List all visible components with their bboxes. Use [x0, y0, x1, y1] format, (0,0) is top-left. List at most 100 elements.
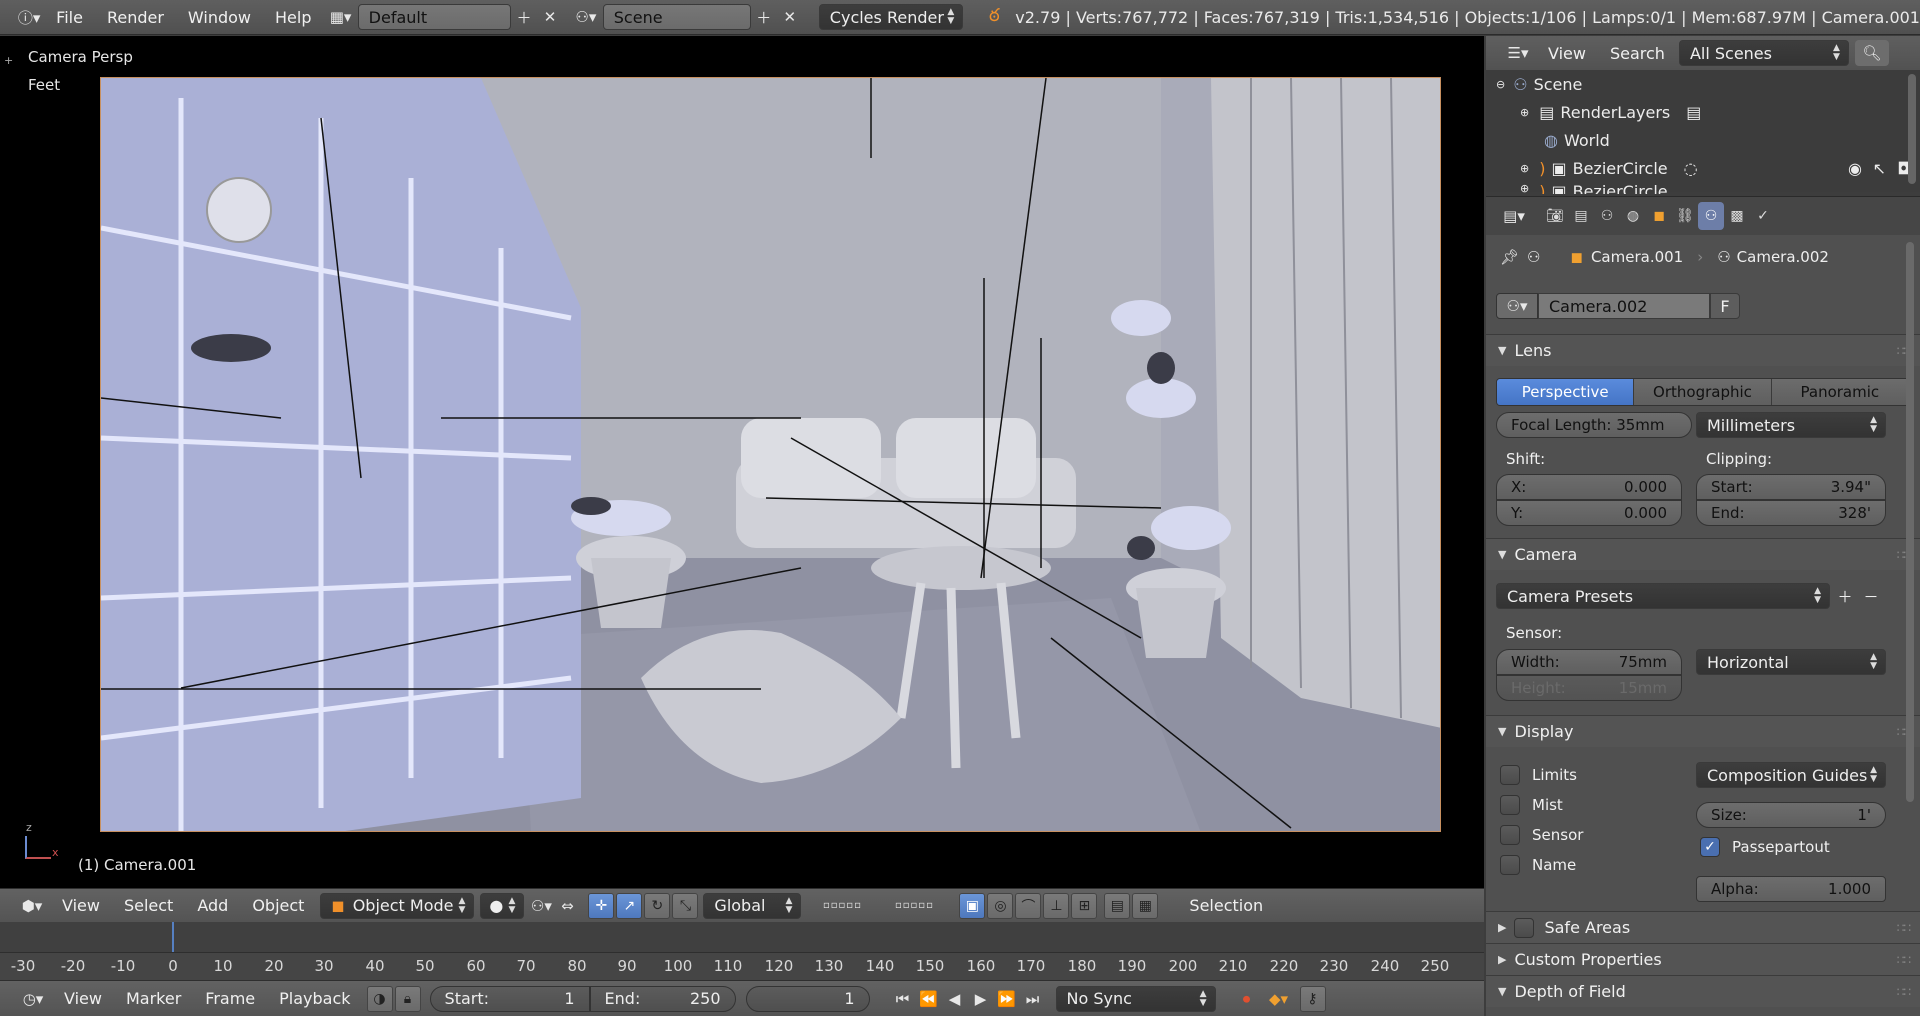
- layers-icon[interactable]: ▫▫▫▫▫: [807, 893, 877, 919]
- scene-icon[interactable]: ⚇▾: [569, 4, 603, 30]
- render-opengl-icon[interactable]: ▤: [1104, 892, 1131, 919]
- outliner-item-beziercircle[interactable]: ⊕) ▣ BezierCircle ◌ ◉ ↖ ◘: [1486, 154, 1920, 182]
- preview-range-icon[interactable]: ◑: [366, 985, 393, 1012]
- texture-tab-icon[interactable]: ▩: [1724, 202, 1750, 230]
- camera-presets-dropdown[interactable]: Camera Presets ▲ ▼: [1496, 583, 1830, 609]
- safe-areas-checkbox[interactable]: [1514, 917, 1535, 938]
- expand-icon[interactable]: ⊕: [1520, 106, 1529, 119]
- composition-guides-dropdown[interactable]: Composition Guides ▲ ▼: [1696, 762, 1886, 788]
- camera-panel-header[interactable]: ▼ Camera ∷∷: [1486, 538, 1920, 570]
- outliner-scrollbar[interactable]: [1908, 74, 1916, 184]
- jump-start-icon[interactable]: ⏮: [890, 986, 916, 1012]
- safe-areas-panel-header[interactable]: ▶ Safe Areas ∷∷: [1486, 911, 1920, 943]
- editor-type-outliner-icon[interactable]: ☰▾: [1500, 40, 1536, 66]
- frame-ruler[interactable]: -30 -20 -10 0 10 20 30 40 50 60 70 80 90…: [0, 952, 1484, 980]
- menu-add[interactable]: Add: [185, 888, 240, 923]
- search-icon[interactable]: 🔍︎: [1854, 40, 1889, 66]
- display-panel-header[interactable]: ▼ Display ∷∷: [1486, 715, 1920, 747]
- clip-start-field[interactable]: Start: 3.94": [1696, 474, 1886, 500]
- pivot-icon[interactable]: ⚇▾: [528, 893, 554, 919]
- timeline-area[interactable]: -30 -20 -10 0 10 20 30 40 50 60 70 80 90…: [0, 922, 1484, 980]
- lens-type-panoramic[interactable]: Panoramic: [1771, 379, 1909, 405]
- add-scene-icon[interactable]: ＋: [751, 4, 777, 30]
- depth-of-field-panel-header[interactable]: ▼ Depth of Field ∷∷: [1486, 975, 1920, 1007]
- passepartout-checkbox[interactable]: ✓: [1700, 837, 1720, 857]
- snap-element-icon[interactable]: ⊥: [1043, 892, 1070, 919]
- display-size-field[interactable]: Size: 1': [1696, 802, 1886, 828]
- start-frame-field[interactable]: Start: 1: [429, 985, 590, 1012]
- screen-layout-icon[interactable]: ▦▾: [326, 4, 356, 30]
- remove-preset-icon[interactable]: －: [1858, 583, 1884, 609]
- select-arrow-icon[interactable]: ↖: [1873, 159, 1886, 178]
- orientation-dropdown[interactable]: Global ▲ ▼: [703, 892, 802, 919]
- jump-keyframe-back-icon[interactable]: ⏪: [916, 986, 942, 1012]
- datablock-browse-icon[interactable]: ⚇▾: [1496, 293, 1538, 319]
- sensor-checkbox[interactable]: [1500, 825, 1520, 845]
- mist-checkbox[interactable]: [1500, 795, 1520, 815]
- keying-set-icon[interactable]: ◆▾: [1266, 986, 1292, 1012]
- passepartout-checkbox-row[interactable]: ✓ Passepartout: [1700, 837, 1830, 857]
- rotate-icon[interactable]: ↻: [644, 892, 671, 919]
- outliner-item-renderlayers[interactable]: ⊕ ▤ RenderLayers ▤: [1486, 98, 1920, 126]
- outliner-item-world[interactable]: ◍ World: [1486, 126, 1920, 154]
- limits-checkbox-row[interactable]: Limits: [1500, 765, 1577, 785]
- menu-help[interactable]: Help: [263, 0, 323, 35]
- menu-window[interactable]: Window: [176, 0, 263, 35]
- sync-dropdown[interactable]: No Sync ▲ ▼: [1055, 985, 1216, 1012]
- panel-grip-icon[interactable]: ∷∷: [1897, 921, 1911, 935]
- manipulator-icon[interactable]: ⇔: [554, 893, 580, 919]
- transform-manipulator-icon[interactable]: ✛: [588, 892, 615, 919]
- pin-icon[interactable]: 📌︎: [1500, 248, 1519, 266]
- lens-unit-dropdown[interactable]: Millimeters ▲ ▼: [1696, 412, 1886, 438]
- current-frame-field[interactable]: 1: [745, 985, 870, 1012]
- custom-properties-panel-header[interactable]: ▶ Custom Properties ∷∷: [1486, 943, 1920, 975]
- physics-tab-icon[interactable]: ✓: [1750, 202, 1776, 230]
- mist-checkbox-row[interactable]: Mist: [1500, 795, 1563, 815]
- object-tab-icon[interactable]: ◼: [1646, 202, 1672, 230]
- menu-marker[interactable]: Marker: [114, 981, 193, 1016]
- editor-type-timeline-icon[interactable]: ◷▾: [14, 986, 52, 1012]
- render-anim-icon[interactable]: ▦: [1132, 892, 1159, 919]
- outliner-item-beziercircle-2[interactable]: ⊕) ▣ BezierCircle: [1486, 182, 1920, 194]
- collapse-icon[interactable]: ⊖: [1496, 78, 1505, 91]
- sensor-height-field[interactable]: Height: 15mm: [1496, 675, 1682, 701]
- menu-view[interactable]: View: [50, 888, 112, 923]
- menu-object[interactable]: Object: [240, 888, 316, 923]
- menu-playback[interactable]: Playback: [267, 981, 362, 1016]
- shading-dropdown[interactable]: ● ▲ ▼: [480, 892, 525, 919]
- properties-scrollbar[interactable]: [1906, 242, 1914, 802]
- datablock-name-field[interactable]: Camera.002: [1538, 293, 1710, 319]
- constraints-tab-icon[interactable]: ⛓: [1672, 202, 1698, 230]
- record-icon[interactable]: ⏺: [1234, 986, 1260, 1012]
- menu-view[interactable]: View: [52, 981, 114, 1016]
- play-icon[interactable]: ▶: [968, 986, 994, 1012]
- menu-select[interactable]: Select: [112, 888, 185, 923]
- shift-y-field[interactable]: Y: 0.000: [1496, 500, 1682, 526]
- limits-checkbox[interactable]: [1500, 765, 1520, 785]
- add-screen-icon[interactable]: ＋: [511, 4, 537, 30]
- corner-plus-icon[interactable]: +: [4, 54, 13, 67]
- sensor-width-field[interactable]: Width: 75mm: [1496, 649, 1682, 675]
- screen-layout-dropdown[interactable]: Default: [357, 4, 512, 30]
- keying-icon[interactable]: ⚷: [1299, 985, 1326, 1012]
- outliner-menu-view[interactable]: View: [1536, 36, 1598, 71]
- lock-range-icon[interactable]: 🔒︎: [394, 985, 421, 1012]
- fake-user-button[interactable]: F: [1710, 293, 1740, 319]
- jump-keyframe-forward-icon[interactable]: ⏩: [994, 986, 1020, 1012]
- translate-icon[interactable]: ↗: [616, 892, 643, 919]
- outliner-display-dropdown[interactable]: All Scenes ▲ ▼: [1678, 40, 1849, 66]
- expand-icon[interactable]: ⊕: [1520, 182, 1529, 194]
- outliner-menu-search[interactable]: Search: [1598, 36, 1677, 71]
- panel-grip-icon[interactable]: ∷∷: [1897, 985, 1911, 999]
- lens-type-orthographic[interactable]: Orthographic: [1634, 379, 1772, 405]
- render-layers-tab-icon[interactable]: ▤: [1568, 202, 1594, 230]
- camera-data-tab-icon[interactable]: ⚇: [1698, 202, 1724, 230]
- menu-file[interactable]: File: [44, 0, 95, 35]
- snap-target-icon[interactable]: ⊞: [1071, 892, 1098, 919]
- layers2-icon[interactable]: ▫▫▫▫▫: [879, 893, 949, 919]
- render-tab-icon[interactable]: 📷︎: [1542, 202, 1568, 230]
- menu-frame[interactable]: Frame: [193, 981, 267, 1016]
- sensor-fit-dropdown[interactable]: Horizontal ▲ ▼: [1696, 649, 1886, 675]
- world-tab-icon[interactable]: ◍: [1620, 202, 1646, 230]
- outliner-item-scene[interactable]: ⊖ ⚇ Scene: [1486, 70, 1920, 98]
